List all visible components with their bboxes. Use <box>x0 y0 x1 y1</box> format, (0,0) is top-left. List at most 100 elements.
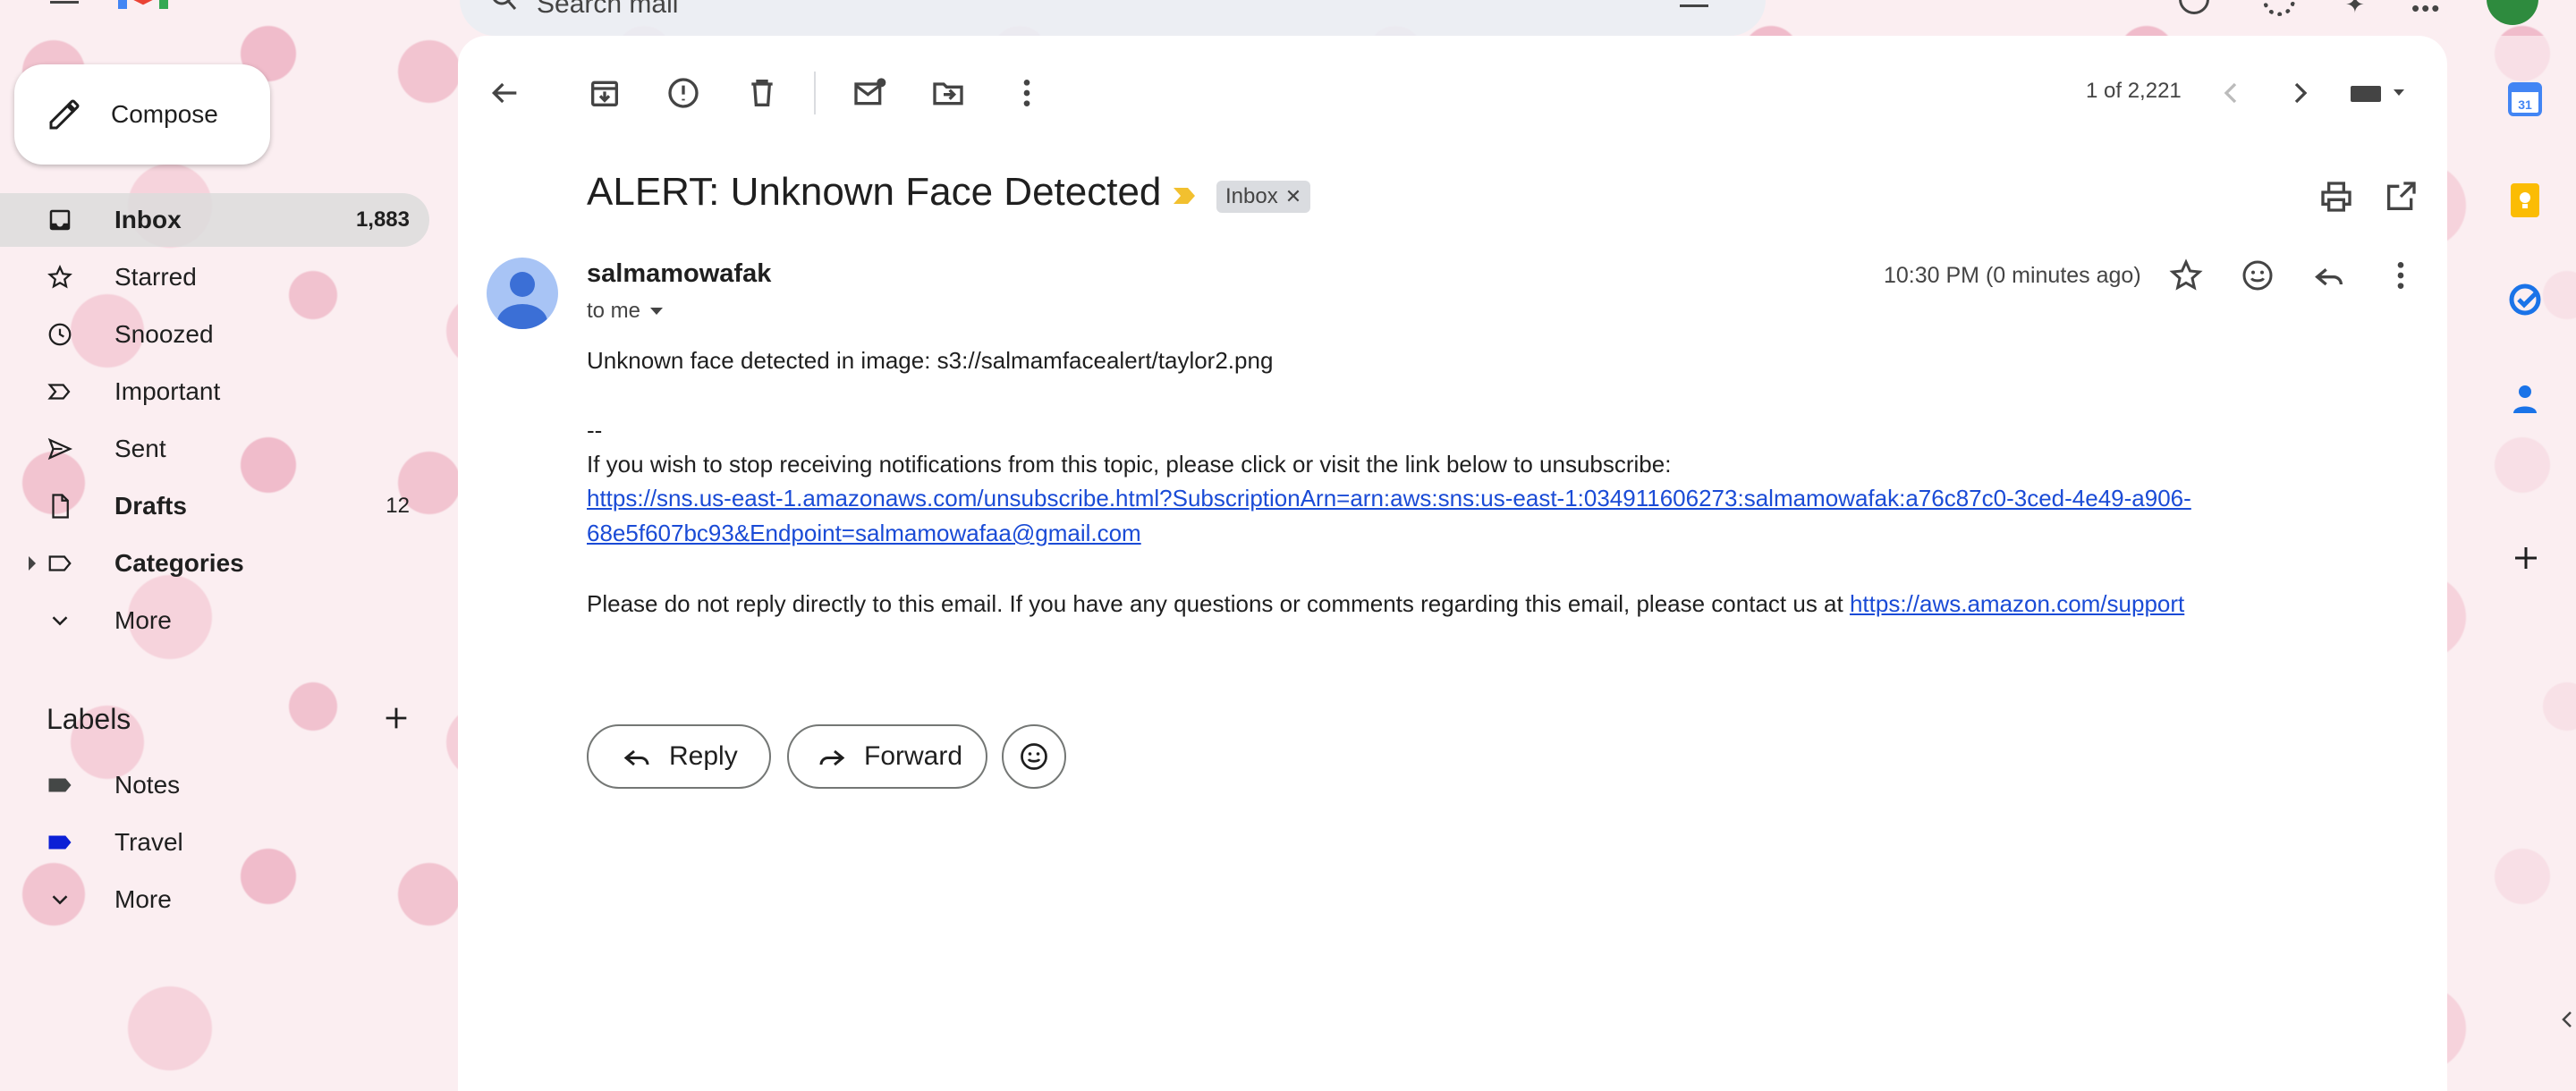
sidebar-item-label: Snoozed <box>114 320 214 348</box>
settings-icon[interactable] <box>2263 0 2295 16</box>
archive-icon[interactable] <box>587 75 623 111</box>
contacts-icon[interactable] <box>2512 383 2538 415</box>
sidebar-label-travel[interactable]: Travel <box>0 816 429 869</box>
signature-separator: -- <box>587 417 603 444</box>
chevron-down-icon <box>47 886 73 913</box>
emoji-icon <box>1018 740 1050 773</box>
top-bar: Search mail ✦ ••• <box>0 0 2576 36</box>
caret-right-icon[interactable] <box>27 554 38 572</box>
label-tag-icon <box>47 829 73 856</box>
compose-label: Compose <box>111 100 218 128</box>
sidebar-item-sent[interactable]: Sent <box>0 422 429 476</box>
sidebar-item-inbox[interactable]: Inbox 1,883 <box>0 193 429 247</box>
chevron-right-icon[interactable] <box>2283 75 2318 111</box>
add-label-icon[interactable] <box>381 703 411 733</box>
more-vert-icon[interactable] <box>2383 258 2419 293</box>
more-vert-icon[interactable] <box>1009 75 1045 111</box>
unsubscribe-link-continued[interactable]: 68e5f607bc93&Endpoint=salmamowafaa@gmail… <box>587 516 1141 550</box>
sidebar-item-label: Travel <box>114 828 183 856</box>
sidebar-labels-more[interactable]: More <box>0 873 429 926</box>
sidebar-item-label: More <box>114 885 172 913</box>
unsubscribe-text: If you wish to stop receiving notificati… <box>587 451 1672 478</box>
add-addon-icon[interactable] <box>2510 542 2542 574</box>
important-icon <box>47 378 73 405</box>
star-icon <box>47 264 73 291</box>
toolbar-divider <box>814 72 816 114</box>
support-link[interactable]: https://aws.amazon.com/support <box>1850 590 2184 617</box>
tasks-icon[interactable] <box>2508 283 2542 317</box>
gmail-logo[interactable] <box>116 0 170 13</box>
sidebar-label-notes[interactable]: Notes <box>0 758 429 812</box>
draft-count: 12 <box>386 494 410 518</box>
reply-icon[interactable] <box>2311 258 2347 293</box>
sidebar-item-label: Sent <box>114 435 166 462</box>
sidebar-item-label: Important <box>114 377 221 405</box>
help-icon[interactable] <box>2179 0 2209 14</box>
remove-label-icon[interactable]: ✕ <box>1285 185 1301 208</box>
recipient-details[interactable]: to me <box>587 299 664 324</box>
main-menu-icon[interactable] <box>50 0 79 4</box>
report-spam-icon[interactable] <box>665 75 701 111</box>
chip-label: Inbox <box>1225 184 1278 208</box>
apps-icon[interactable]: ••• <box>2411 0 2441 22</box>
search-icon[interactable] <box>490 0 517 13</box>
sidebar-item-more[interactable]: More <box>0 594 429 647</box>
footer-text: Please do not reply directly to this ema… <box>587 590 1843 617</box>
message-timestamp: 10:30 PM (0 minutes ago) <box>1884 263 2141 288</box>
label-tag-icon <box>47 772 73 799</box>
clock-icon <box>47 321 73 348</box>
print-icon[interactable] <box>2318 179 2354 215</box>
open-new-window-icon[interactable] <box>2383 179 2419 215</box>
reply-label: Reply <box>669 741 738 771</box>
mark-unread-icon[interactable] <box>852 75 887 111</box>
emoji-reaction-button[interactable] <box>1002 724 1066 789</box>
pagination-text: 1 of 2,221 <box>2086 79 2182 103</box>
sidebar-item-label: Drafts <box>114 492 187 520</box>
inbox-label-chip: Inbox ✕ <box>1216 181 1311 213</box>
keep-icon[interactable] <box>2510 182 2540 218</box>
sidebar-item-categories[interactable]: Categories <box>0 537 429 590</box>
sidebar-item-label: Inbox <box>114 206 182 233</box>
pencil-icon <box>47 97 82 132</box>
forward-icon <box>816 740 848 773</box>
sidebar-item-label: Starred <box>114 263 197 291</box>
reply-button[interactable]: Reply <box>587 724 771 789</box>
label-icon <box>47 550 73 577</box>
labels-heading: Labels <box>47 703 131 735</box>
email-subject: ALERT: Unknown Face Detected <box>587 170 1162 214</box>
sender-name[interactable]: salmamowafak <box>587 259 771 289</box>
sidebar-item-label: Categories <box>114 549 244 577</box>
svg-text:31: 31 <box>2518 97 2532 112</box>
reply-icon <box>621 740 653 773</box>
important-marker-icon[interactable] <box>1172 184 1199 207</box>
unread-count: 1,883 <box>355 207 410 232</box>
unsubscribe-link[interactable]: https://sns.us-east-1.amazonaws.com/unsu… <box>587 481 2191 515</box>
chevron-down-icon <box>47 607 73 634</box>
sidebar-item-snoozed[interactable]: Snoozed <box>0 308 429 361</box>
forward-button[interactable]: Forward <box>787 724 987 789</box>
caret-down-icon <box>649 306 664 317</box>
sidebar-item-drafts[interactable]: Drafts 12 <box>0 479 429 533</box>
back-arrow-icon[interactable] <box>487 75 522 111</box>
sidebar-item-label: More <box>114 606 172 634</box>
move-to-icon[interactable] <box>930 75 966 111</box>
delete-icon[interactable] <box>744 75 780 111</box>
inbox-icon <box>47 207 73 233</box>
send-icon <box>47 436 73 462</box>
footer-line: Please do not reply directly to this ema… <box>587 587 2184 621</box>
sidebar-item-starred[interactable]: Starred <box>0 250 429 304</box>
compose-button[interactable]: Compose <box>14 64 270 165</box>
star-icon[interactable] <box>2168 258 2204 293</box>
avatar[interactable] <box>2487 0 2538 25</box>
chevron-left-icon[interactable] <box>2213 75 2249 111</box>
search-options-icon[interactable] <box>1680 0 1708 7</box>
emoji-reaction-icon[interactable] <box>2240 258 2275 293</box>
sender-avatar[interactable] <box>487 258 558 329</box>
calendar-icon[interactable]: 31 <box>2508 82 2542 116</box>
to-me-label: to me <box>587 299 641 323</box>
keyboard-icon[interactable] <box>2349 80 2410 107</box>
search-input[interactable]: Search mail <box>537 0 678 20</box>
sidebar-item-important[interactable]: Important <box>0 365 429 419</box>
gemini-icon[interactable]: ✦ <box>2345 0 2365 19</box>
show-side-panel-icon[interactable] <box>2560 1009 2574 1030</box>
